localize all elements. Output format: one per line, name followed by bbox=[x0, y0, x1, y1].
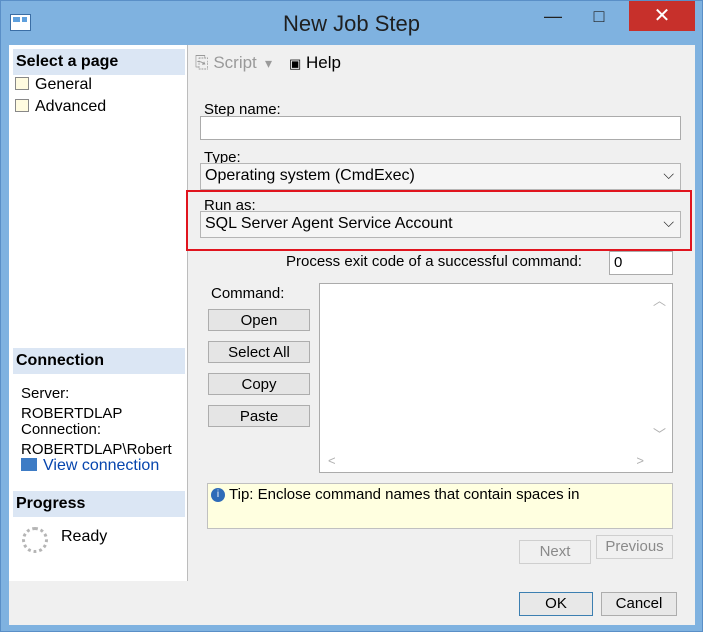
connection-header: Connection bbox=[13, 348, 185, 374]
tip-box: i Tip: Enclose command names that contain… bbox=[207, 483, 673, 529]
client-area: Select a page General Advanced Connectio… bbox=[9, 45, 695, 625]
help-label: Help bbox=[306, 53, 341, 72]
close-button[interactable]: ✕ bbox=[629, 1, 695, 31]
command-label: Command: bbox=[211, 285, 285, 302]
cancel-button[interactable]: Cancel bbox=[601, 592, 677, 616]
step-name-input[interactable] bbox=[200, 116, 681, 140]
select-all-button[interactable]: Select All bbox=[208, 341, 310, 363]
select-page-header: Select a page bbox=[13, 49, 185, 75]
run-as-highlight bbox=[186, 190, 692, 251]
page-icon bbox=[15, 99, 29, 112]
exit-code-label: Process exit code of a successful comman… bbox=[286, 253, 582, 270]
scroll-right-icon[interactable]: > bbox=[636, 453, 644, 468]
page-label: Advanced bbox=[35, 98, 107, 115]
page-general[interactable]: General bbox=[15, 76, 92, 94]
paste-button[interactable]: Paste bbox=[208, 405, 310, 427]
script-button[interactable]: ⎘ Script bbox=[195, 53, 257, 73]
page-icon bbox=[15, 77, 29, 90]
connection-value: ROBERTDLAP\Robert bbox=[21, 441, 172, 454]
copy-button[interactable]: Copy bbox=[208, 373, 310, 395]
connection-label: Connection: bbox=[21, 421, 102, 438]
type-select[interactable]: Operating system (CmdExec) ⌵ bbox=[200, 163, 681, 190]
help-icon: ▣ bbox=[289, 56, 302, 71]
view-connection-label: View connection bbox=[43, 457, 160, 474]
script-label: Script bbox=[213, 53, 257, 72]
tip-text: Tip: Enclose command names that contain … bbox=[229, 486, 580, 503]
scroll-up-icon[interactable]: ︿ bbox=[653, 290, 666, 309]
server-value: ROBERTDLAP bbox=[21, 405, 123, 418]
progress-header: Progress bbox=[13, 491, 185, 517]
previous-button[interactable]: Previous bbox=[596, 535, 673, 559]
type-value: Operating system (CmdExec) bbox=[205, 167, 415, 184]
next-button[interactable]: Next bbox=[519, 540, 591, 564]
open-button[interactable]: Open bbox=[208, 309, 310, 331]
chevron-down-icon: ⌵ bbox=[663, 166, 674, 182]
info-icon: i bbox=[211, 488, 225, 503]
server-label: Server: bbox=[21, 385, 70, 402]
page-label: General bbox=[35, 76, 92, 93]
title-bar: New Job Step — □ ✕ bbox=[1, 1, 702, 45]
page-advanced[interactable]: Advanced bbox=[15, 98, 106, 116]
help-button[interactable]: ▣ Help bbox=[289, 53, 341, 73]
maximize-button[interactable]: □ bbox=[576, 1, 622, 31]
script-dropdown-icon[interactable]: ▾ bbox=[265, 55, 272, 72]
left-panel: Select a page General Advanced Connectio… bbox=[9, 45, 188, 581]
connection-icon bbox=[21, 458, 37, 471]
ok-button[interactable]: OK bbox=[519, 592, 593, 616]
dialog-window: New Job Step — □ ✕ Select a page General… bbox=[0, 0, 703, 632]
scroll-left-icon[interactable]: < bbox=[328, 453, 336, 468]
scroll-down-icon[interactable]: ﹀ bbox=[653, 424, 666, 443]
exit-code-input[interactable]: 0 bbox=[609, 251, 673, 275]
command-textarea[interactable]: ︿ ﹀ < > bbox=[319, 283, 673, 473]
progress-status: Ready bbox=[61, 528, 108, 545]
minimize-button[interactable]: — bbox=[530, 1, 576, 31]
progress-spinner-icon bbox=[22, 527, 48, 553]
view-connection-link[interactable]: View connection bbox=[21, 457, 159, 475]
